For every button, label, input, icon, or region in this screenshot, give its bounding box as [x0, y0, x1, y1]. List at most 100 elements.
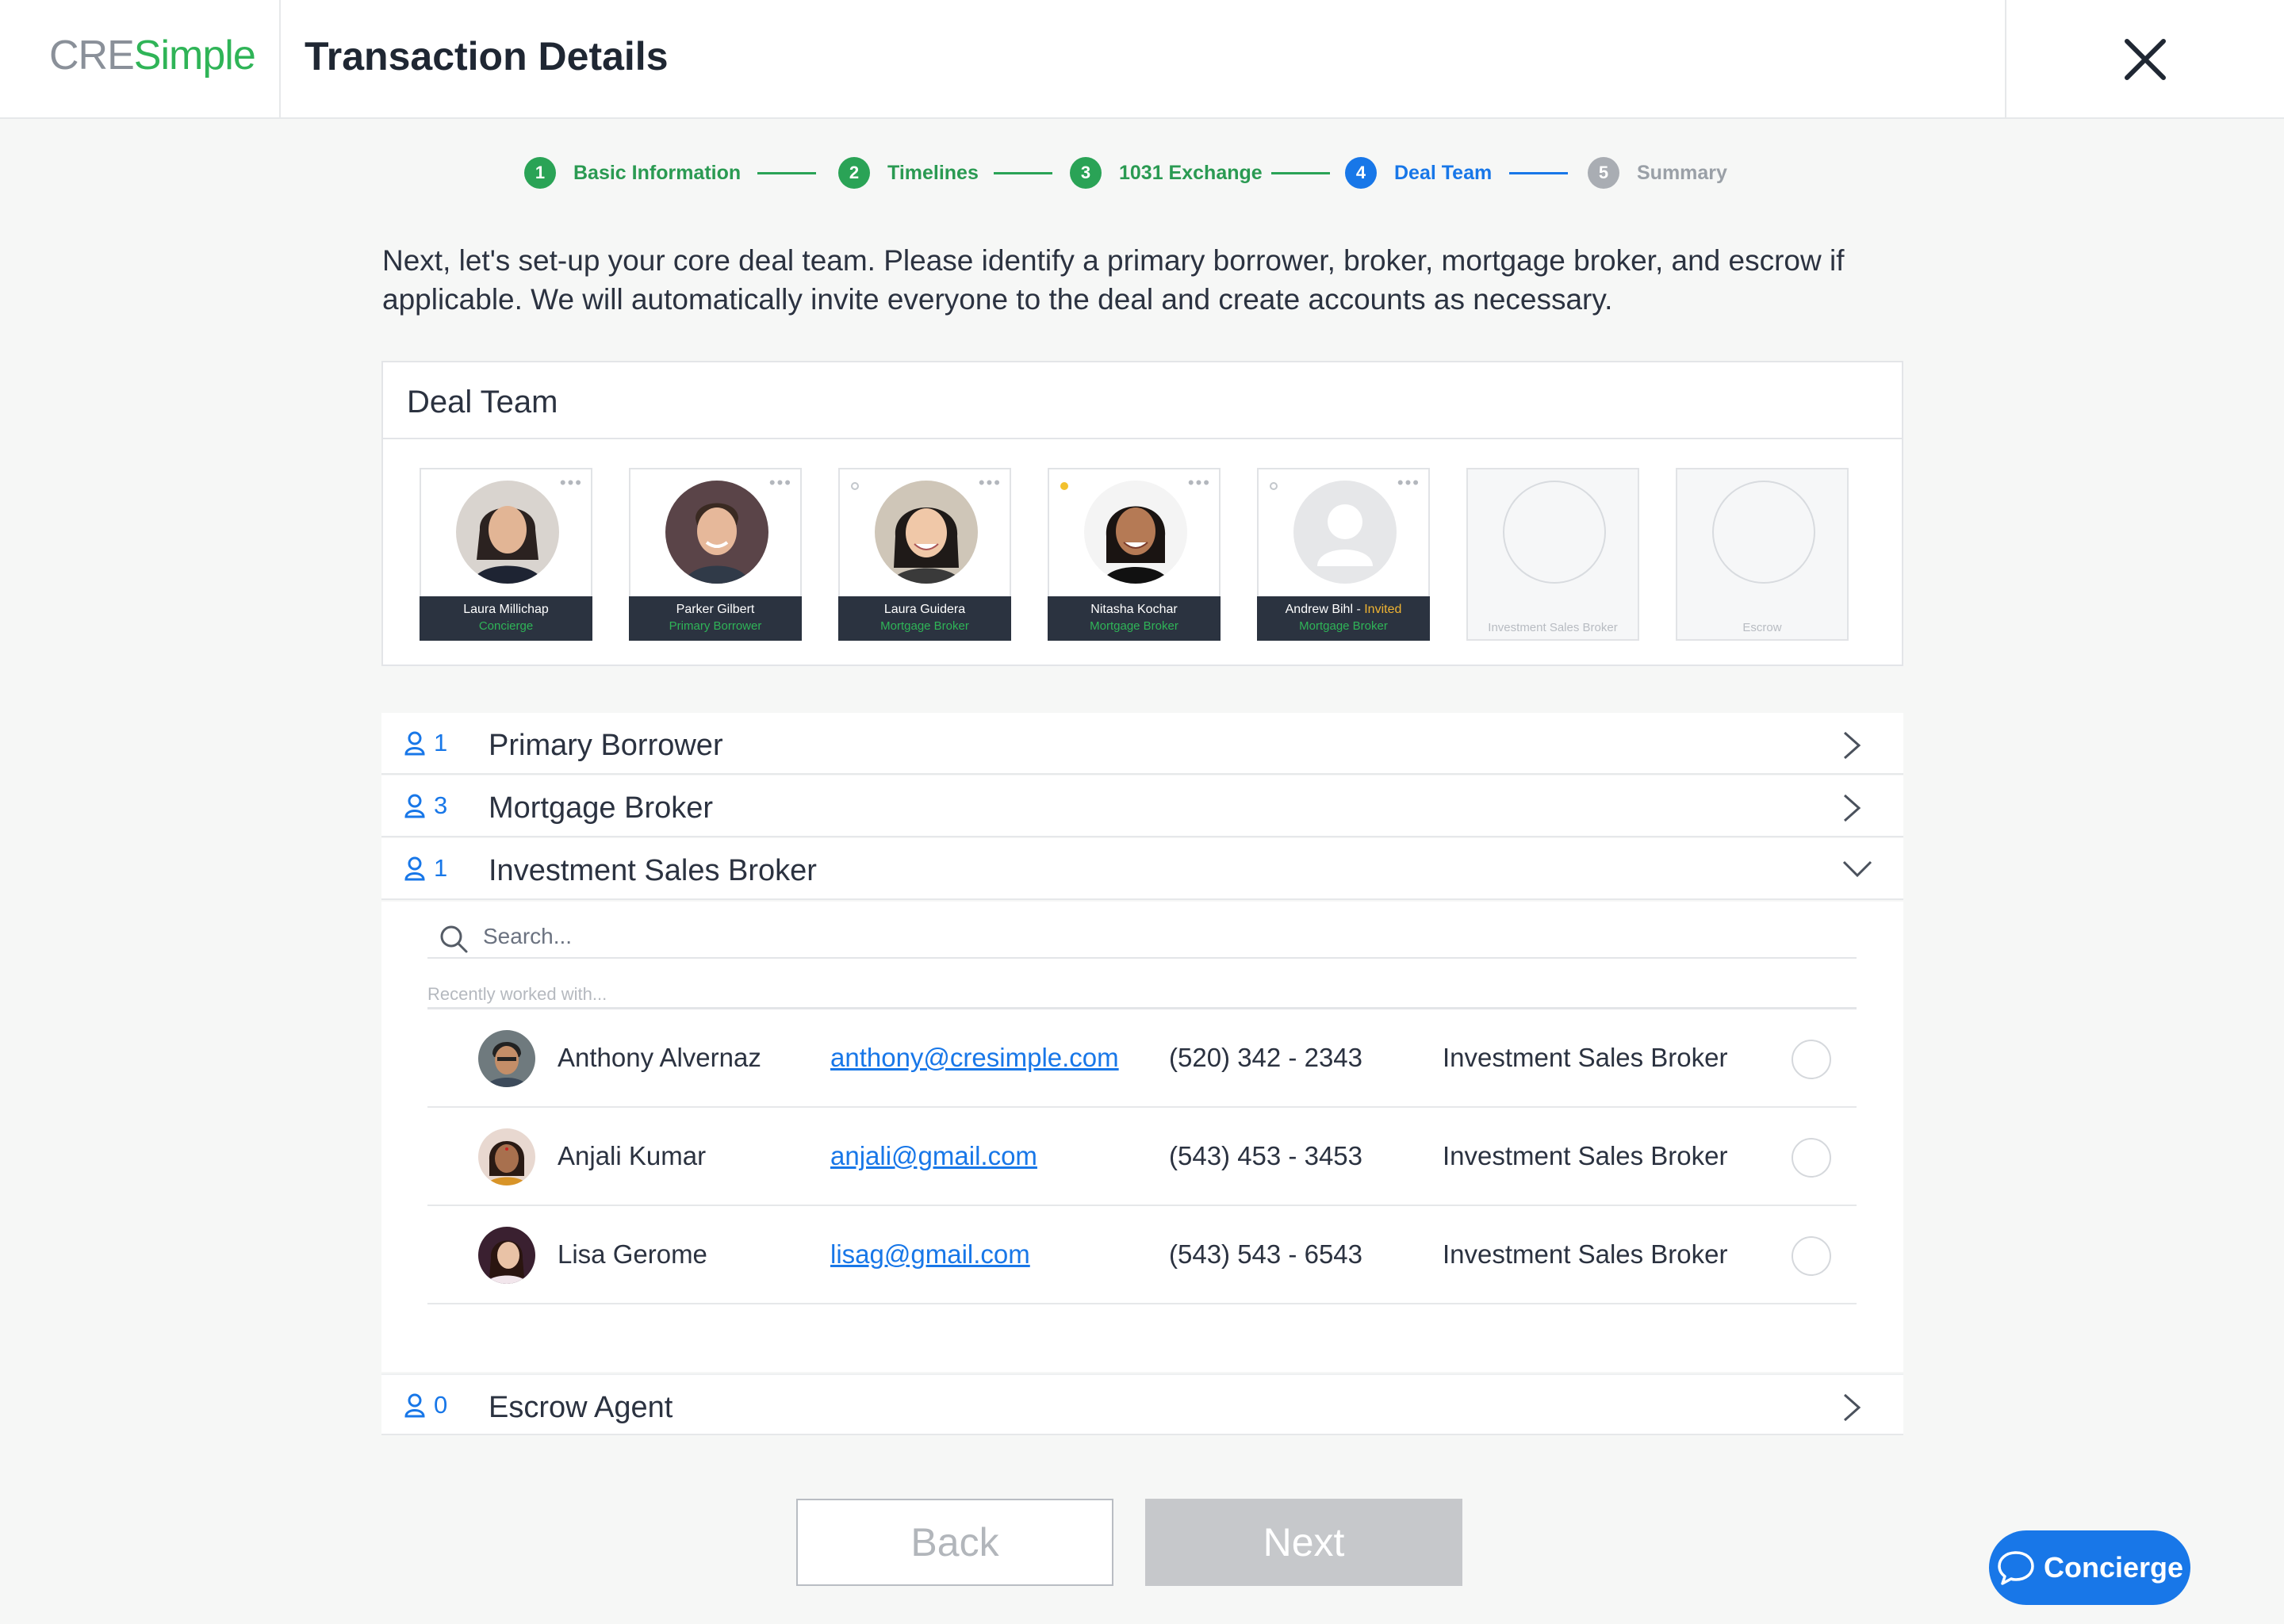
deal-team-title: Deal Team — [407, 385, 558, 419]
section-escrow-agent[interactable]: 0 Escrow Agent — [381, 1373, 1903, 1435]
team-member-card[interactable]: ••• Andrew Bihl - Invited Mortgage Broke… — [1257, 468, 1430, 641]
avatar — [456, 481, 559, 584]
member-name: Laura Millichap — [463, 603, 549, 616]
header-divider — [2005, 0, 2006, 119]
member-role: Primary Borrower — [669, 619, 762, 633]
person-phone: (520) 342 - 2343 — [1169, 1043, 1363, 1072]
select-radio[interactable] — [1792, 1138, 1831, 1178]
member-name: Andrew Bihl — [1285, 603, 1353, 616]
more-options-icon[interactable]: ••• — [1397, 474, 1420, 492]
back-button[interactable]: Back — [796, 1499, 1113, 1586]
header-divider — [279, 0, 281, 119]
team-member-card[interactable]: ••• Laura Millichap Concierge — [420, 468, 592, 641]
person-row[interactable]: Anjali Kumar anjali@gmail.com (543) 453 … — [427, 1108, 1857, 1206]
section-count: 3 — [404, 791, 447, 820]
person-email-link[interactable]: lisag@gmail.com — [830, 1239, 1030, 1270]
avatar — [478, 1128, 535, 1185]
search-input[interactable] — [483, 924, 1752, 949]
step-number: 3 — [1070, 157, 1102, 189]
section-mortgage-broker[interactable]: 3 Mortgage Broker — [381, 776, 1903, 837]
step-connector — [1271, 172, 1330, 174]
more-options-icon[interactable]: ••• — [560, 474, 583, 492]
member-role: Mortgage Broker — [1299, 619, 1388, 633]
team-member-card[interactable]: ••• Parker Gilbert Primary Borrower — [629, 468, 802, 641]
section-title: Escrow Agent — [489, 1391, 673, 1424]
next-button[interactable]: Next — [1145, 1499, 1462, 1586]
person-role: Investment Sales Broker — [1443, 1239, 1728, 1269]
chevron-down-icon — [1842, 860, 1872, 878]
avatar-placeholder — [1293, 481, 1397, 584]
close-button[interactable] — [2117, 32, 2173, 87]
select-radio[interactable] — [1792, 1236, 1831, 1276]
step-label: Basic Information — [573, 161, 742, 184]
member-role: Mortgage Broker — [880, 619, 969, 633]
card-divider — [383, 438, 1902, 439]
person-role: Investment Sales Broker — [1443, 1141, 1728, 1170]
step-1031-exchange[interactable]: 3 1031 Exchange — [1070, 155, 1263, 190]
person-role: Investment Sales Broker — [1443, 1043, 1728, 1072]
chevron-right-icon — [1844, 1393, 1861, 1422]
person-icon — [404, 1393, 425, 1418]
section-count-value: 3 — [434, 791, 448, 819]
investment-sales-broker-panel: Recently worked with... Anthony Alvernaz… — [381, 902, 1903, 1372]
more-options-icon[interactable]: ••• — [979, 474, 1002, 492]
empty-slot-escrow[interactable]: Escrow — [1676, 468, 1849, 641]
section-count: 1 — [404, 854, 447, 883]
deal-team-card: Deal Team ••• Laura Millichap Concierge … — [381, 361, 1903, 666]
section-count-value: 0 — [434, 1391, 448, 1419]
page-title: Transaction Details — [305, 34, 669, 79]
step-number: 4 — [1345, 157, 1377, 189]
avatar — [665, 481, 768, 584]
person-name: Lisa Gerome — [558, 1239, 707, 1269]
avatar — [1084, 481, 1187, 584]
person-row[interactable]: Anthony Alvernaz anthony@cresimple.com (… — [427, 1009, 1857, 1108]
step-deal-team[interactable]: 4 Deal Team — [1345, 155, 1492, 190]
step-basic-information[interactable]: 1 Basic Information — [524, 155, 741, 190]
person-name: Anjali Kumar — [558, 1141, 707, 1170]
team-member-card[interactable]: ••• Nitasha Kochar Mortgage Broker — [1048, 468, 1221, 641]
avatar — [875, 481, 978, 584]
more-options-icon[interactable]: ••• — [769, 474, 792, 492]
empty-avatar-circle — [1503, 481, 1606, 584]
app-header: CRESimple Transaction Details — [0, 0, 2284, 119]
avatar — [478, 1030, 535, 1087]
step-label: Summary — [1637, 161, 1727, 184]
section-primary-borrower[interactable]: 1 Primary Borrower — [381, 713, 1903, 775]
member-name: Nitasha Kochar — [1090, 603, 1178, 616]
more-options-icon[interactable]: ••• — [1188, 474, 1211, 492]
member-nameplate: Andrew Bihl - Invited Mortgage Broker — [1257, 596, 1430, 641]
status-dot — [1270, 482, 1278, 490]
chevron-right-icon — [1844, 794, 1861, 822]
step-summary[interactable]: 5 Summary — [1588, 155, 1727, 190]
close-icon — [2125, 39, 2166, 80]
step-number: 2 — [838, 157, 870, 189]
concierge-label: Concierge — [2043, 1551, 2184, 1584]
section-title: Mortgage Broker — [489, 791, 714, 825]
team-member-card[interactable]: ••• Laura Guidera Mortgage Broker — [838, 468, 1011, 641]
step-number: 5 — [1588, 157, 1619, 189]
section-count-value: 1 — [434, 854, 448, 882]
logo-cre: CRE — [49, 33, 135, 79]
section-title: Primary Borrower — [489, 729, 723, 762]
status-dot — [1060, 482, 1068, 490]
step-label: 1031 Exchange — [1119, 161, 1263, 184]
app-logo[interactable]: CRESimple — [49, 32, 256, 79]
member-name: Parker Gilbert — [676, 603, 755, 616]
person-email-link[interactable]: anjali@gmail.com — [830, 1141, 1037, 1171]
chevron-right-icon — [1844, 731, 1861, 760]
recently-worked-label: Recently worked with... — [427, 984, 607, 1004]
person-row[interactable]: Lisa Gerome lisag@gmail.com (543) 543 - … — [427, 1206, 1857, 1304]
member-nameplate: Laura Guidera Mortgage Broker — [838, 596, 1011, 641]
empty-avatar-circle — [1712, 481, 1815, 584]
section-count: 1 — [404, 729, 447, 757]
empty-slot-investment-sales-broker[interactable]: Investment Sales Broker — [1466, 468, 1639, 641]
status-dot — [851, 482, 859, 490]
member-role: Concierge — [478, 619, 534, 633]
section-investment-sales-broker[interactable]: 1 Investment Sales Broker — [381, 838, 1903, 900]
select-radio[interactable] — [1792, 1040, 1831, 1079]
concierge-button[interactable]: Concierge — [1989, 1530, 2190, 1605]
person-email-link[interactable]: anthony@cresimple.com — [830, 1043, 1119, 1073]
step-timelines[interactable]: 2 Timelines — [838, 155, 979, 190]
member-nameplate: Parker Gilbert Primary Borrower — [629, 596, 802, 641]
member-nameplate: Nitasha Kochar Mortgage Broker — [1048, 596, 1221, 641]
